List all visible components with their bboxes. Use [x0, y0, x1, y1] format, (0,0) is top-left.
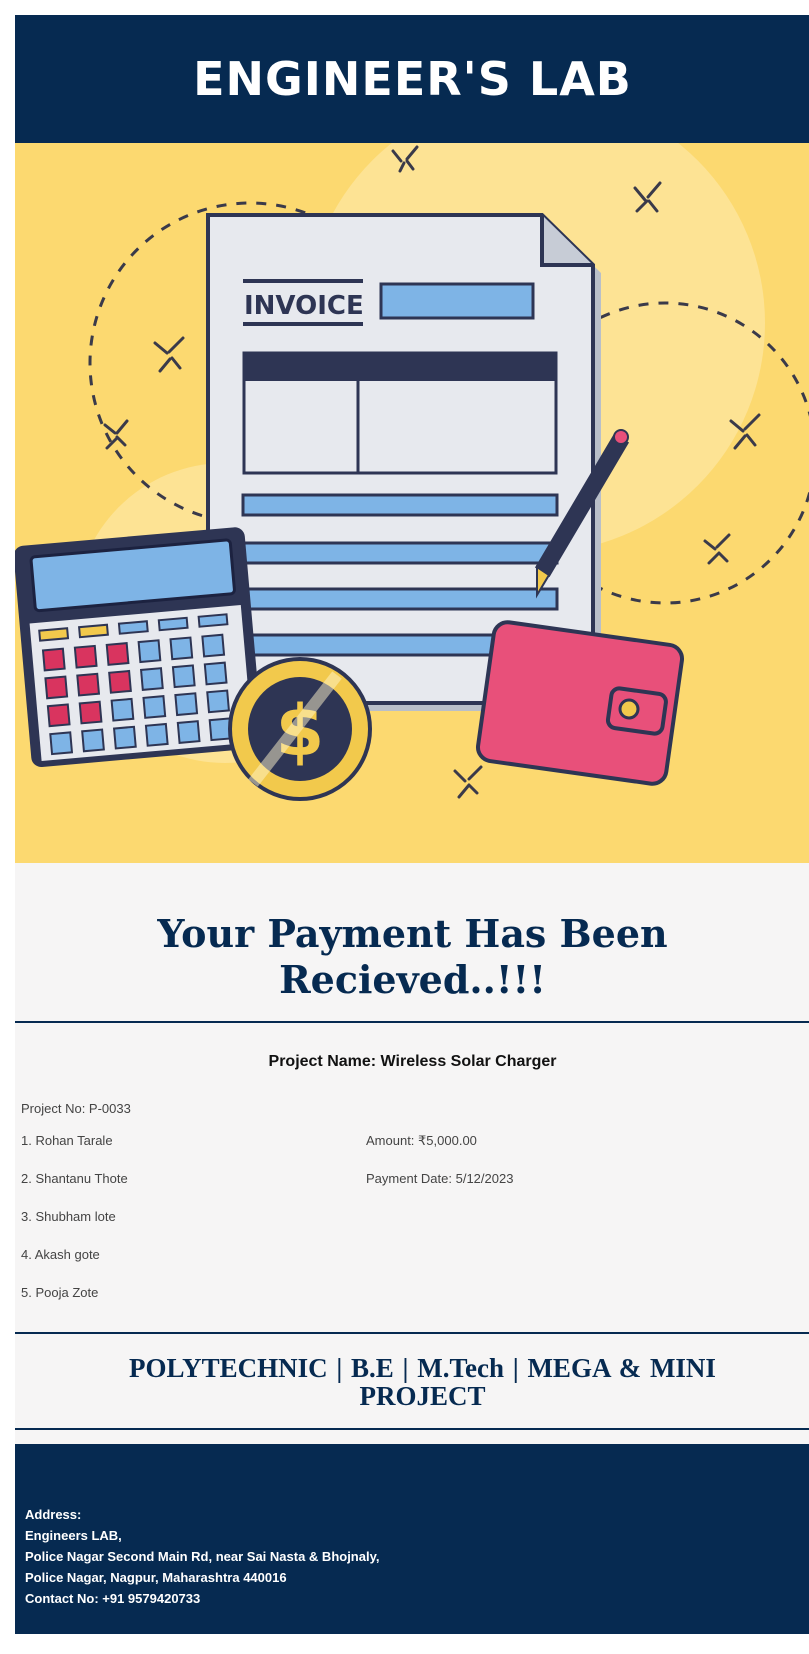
payment-info: Amount: ₹5,000.00 Payment Date: 5/12/202…: [366, 1122, 809, 1312]
member-list: 1. Rohan Tarale 2. Shantanu Thote 3. Shu…: [15, 1122, 366, 1312]
hero-illustration: INVOICE: [15, 143, 809, 863]
address-label: Address:: [25, 1507, 82, 1522]
invoice-illustration: INVOICE: [15, 143, 809, 801]
address-line: Police Nagar, Nagpur, Maharashtra 440016: [25, 1570, 287, 1585]
member-name: 5. Pooja Zote: [21, 1285, 99, 1300]
project-number: Project No: P-0033: [21, 1101, 131, 1116]
headline: Your Payment Has Been Recieved..!!!: [55, 911, 770, 1003]
calculator-icon: [15, 527, 263, 767]
headline-line: Your Payment Has Been: [157, 911, 668, 956]
project-name: Project Name: Wireless Solar Charger: [268, 1053, 557, 1070]
member-name: 3. Shubham lote: [21, 1209, 116, 1224]
brand-title: ENGINEER'S LAB: [193, 52, 632, 106]
contact-number: Contact No: +91 9579420733: [25, 1591, 201, 1606]
course-tagline: POLYTECHNIC | B.E | M.Tech | MEGA & MINI…: [129, 1353, 716, 1411]
project-details: 1. Rohan Tarale 2. Shantanu Thote 3. Shu…: [15, 1122, 809, 1312]
footer-contact: Address: Engineers LAB, Police Nagar Sec…: [15, 1444, 809, 1634]
address-line: Police Nagar Second Main Rd, near Sai Na…: [25, 1549, 380, 1564]
email-body: ENGINEER'S LAB INVOICE Your Payment Has …: [15, 15, 809, 1634]
member-name: 2. Shantanu Thote: [21, 1171, 128, 1186]
amount: Amount: ₹5,000.00: [366, 1133, 477, 1148]
headline-line: Recieved..!!!: [279, 957, 546, 1002]
payment-date: Payment Date: 5/12/2023: [366, 1171, 514, 1186]
header-banner: ENGINEER'S LAB: [15, 15, 809, 143]
divider: [15, 1021, 809, 1023]
member-name: 4. Akash gote: [21, 1247, 100, 1262]
dollar-coin-icon: $: [228, 657, 372, 801]
invoice-label: INVOICE: [244, 291, 364, 321]
address-line: Engineers LAB,: [25, 1528, 122, 1543]
member-name: 1. Rohan Tarale: [21, 1133, 113, 1148]
wallet-icon: [475, 620, 685, 786]
payment-summary: Your Payment Has Been Recieved..!!! Proj…: [15, 863, 809, 1444]
